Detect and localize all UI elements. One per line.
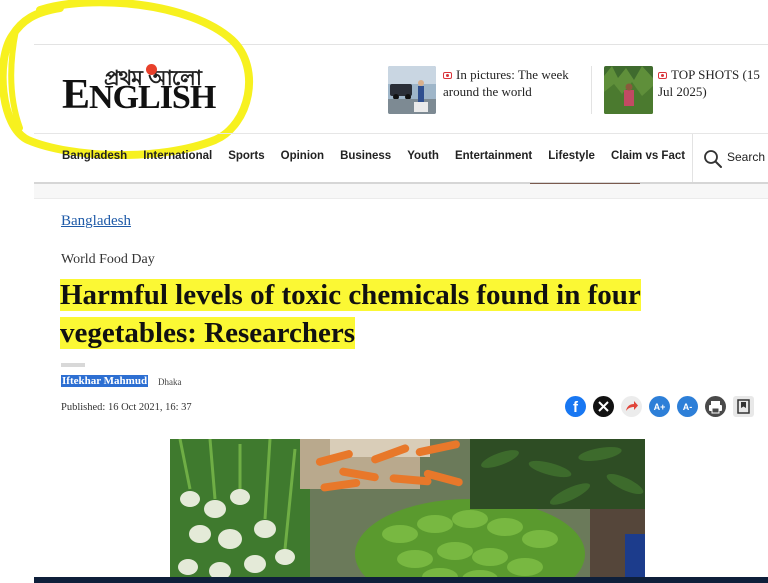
- nav-item-international[interactable]: International: [143, 150, 212, 162]
- published-date: Published: 16 Oct 2021, 16: 37: [61, 402, 192, 413]
- search-label[interactable]: Search: [727, 150, 765, 164]
- teaser-thumbnail-1[interactable]: [388, 66, 436, 114]
- bookmark-icon[interactable]: [733, 396, 754, 417]
- article-image: [170, 439, 645, 583]
- nav-item-bangladesh[interactable]: Bangladesh: [62, 150, 127, 162]
- headline-line-2: vegetables: Researchers: [60, 317, 355, 349]
- content-top-border: [34, 198, 768, 199]
- nav-item-opinion[interactable]: Opinion: [281, 150, 324, 162]
- search-icon[interactable]: [703, 149, 723, 169]
- print-icon[interactable]: [705, 396, 726, 417]
- teaser-link-1[interactable]: In pictures: The week around the world: [443, 66, 583, 100]
- author-name[interactable]: Iftekhar Mahmud: [61, 375, 149, 387]
- annotation-circle: [0, 0, 253, 159]
- camera-icon: [658, 72, 667, 79]
- nav-item-youth[interactable]: Youth: [407, 150, 439, 162]
- main-navigation: Bangladesh International Sports Opinion …: [62, 150, 685, 162]
- teaser-divider: [591, 66, 592, 114]
- nav-item-sports[interactable]: Sports: [228, 150, 264, 162]
- author-avatar-placeholder: [61, 363, 85, 367]
- share-toolbar: f A+ A-: [565, 396, 754, 417]
- teaser-link-2[interactable]: TOP SHOTS (15 Jul 2025): [658, 66, 768, 100]
- share-icon[interactable]: [621, 396, 642, 417]
- article-kicker: World Food Day: [61, 252, 155, 267]
- font-decrease-icon[interactable]: A-: [677, 396, 698, 417]
- nav-top-border: [34, 133, 768, 134]
- nav-item-business[interactable]: Business: [340, 150, 391, 162]
- section-link[interactable]: Bangladesh: [61, 213, 131, 230]
- author-location: Dhaka: [158, 377, 182, 387]
- camera-icon: [443, 72, 452, 79]
- article-headline: Harmful levels of toxic chemicals found …: [60, 276, 750, 352]
- headline-line-1: Harmful levels of toxic chemicals found …: [60, 279, 641, 311]
- nav-shadow-band: [34, 184, 768, 198]
- teaser-thumbnail-2[interactable]: [604, 66, 653, 114]
- nav-item-lifestyle[interactable]: Lifestyle: [548, 150, 595, 162]
- nav-item-entertainment[interactable]: Entertainment: [455, 150, 532, 162]
- nav-item-claim-vs-fact[interactable]: Claim vs Fact: [611, 150, 685, 162]
- svg-text:f: f: [573, 399, 579, 416]
- font-increase-icon[interactable]: A+: [649, 396, 670, 417]
- x-icon[interactable]: [593, 396, 614, 417]
- bottom-banner-edge: [34, 577, 768, 583]
- facebook-icon[interactable]: f: [565, 396, 586, 417]
